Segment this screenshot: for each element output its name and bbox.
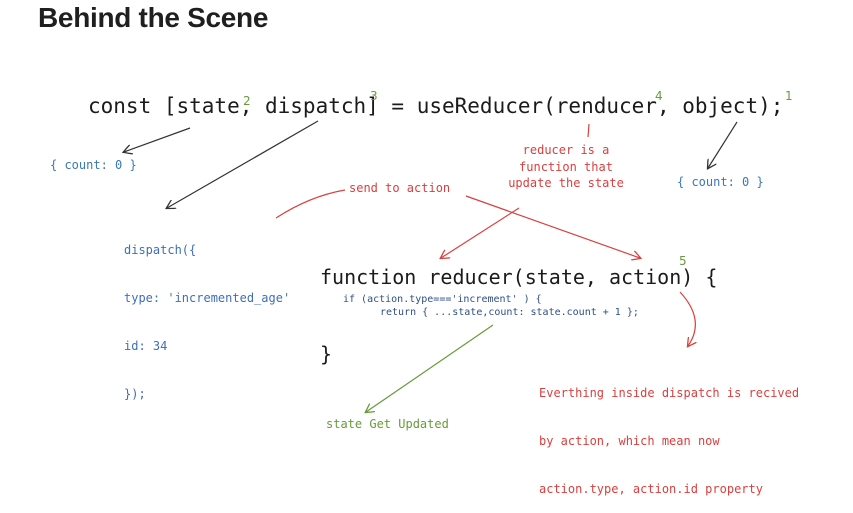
tick-reducer-note bbox=[587, 123, 590, 138]
arrow-dispatch-to-call bbox=[167, 120, 319, 208]
arrow-send-to-action-param bbox=[465, 195, 640, 258]
arrow-action-to-explanation bbox=[679, 291, 695, 346]
arrow-state-to-count bbox=[124, 127, 191, 152]
arrow-object-to-count bbox=[708, 121, 738, 168]
arrow-return-to-state-updated bbox=[366, 324, 494, 412]
arrow-reducer-to-function bbox=[441, 207, 520, 258]
arrow-send-to-action bbox=[275, 189, 346, 219]
action-explanation-line: action.type, action.id property bbox=[539, 482, 763, 496]
arrows-layer bbox=[0, 120, 738, 462]
